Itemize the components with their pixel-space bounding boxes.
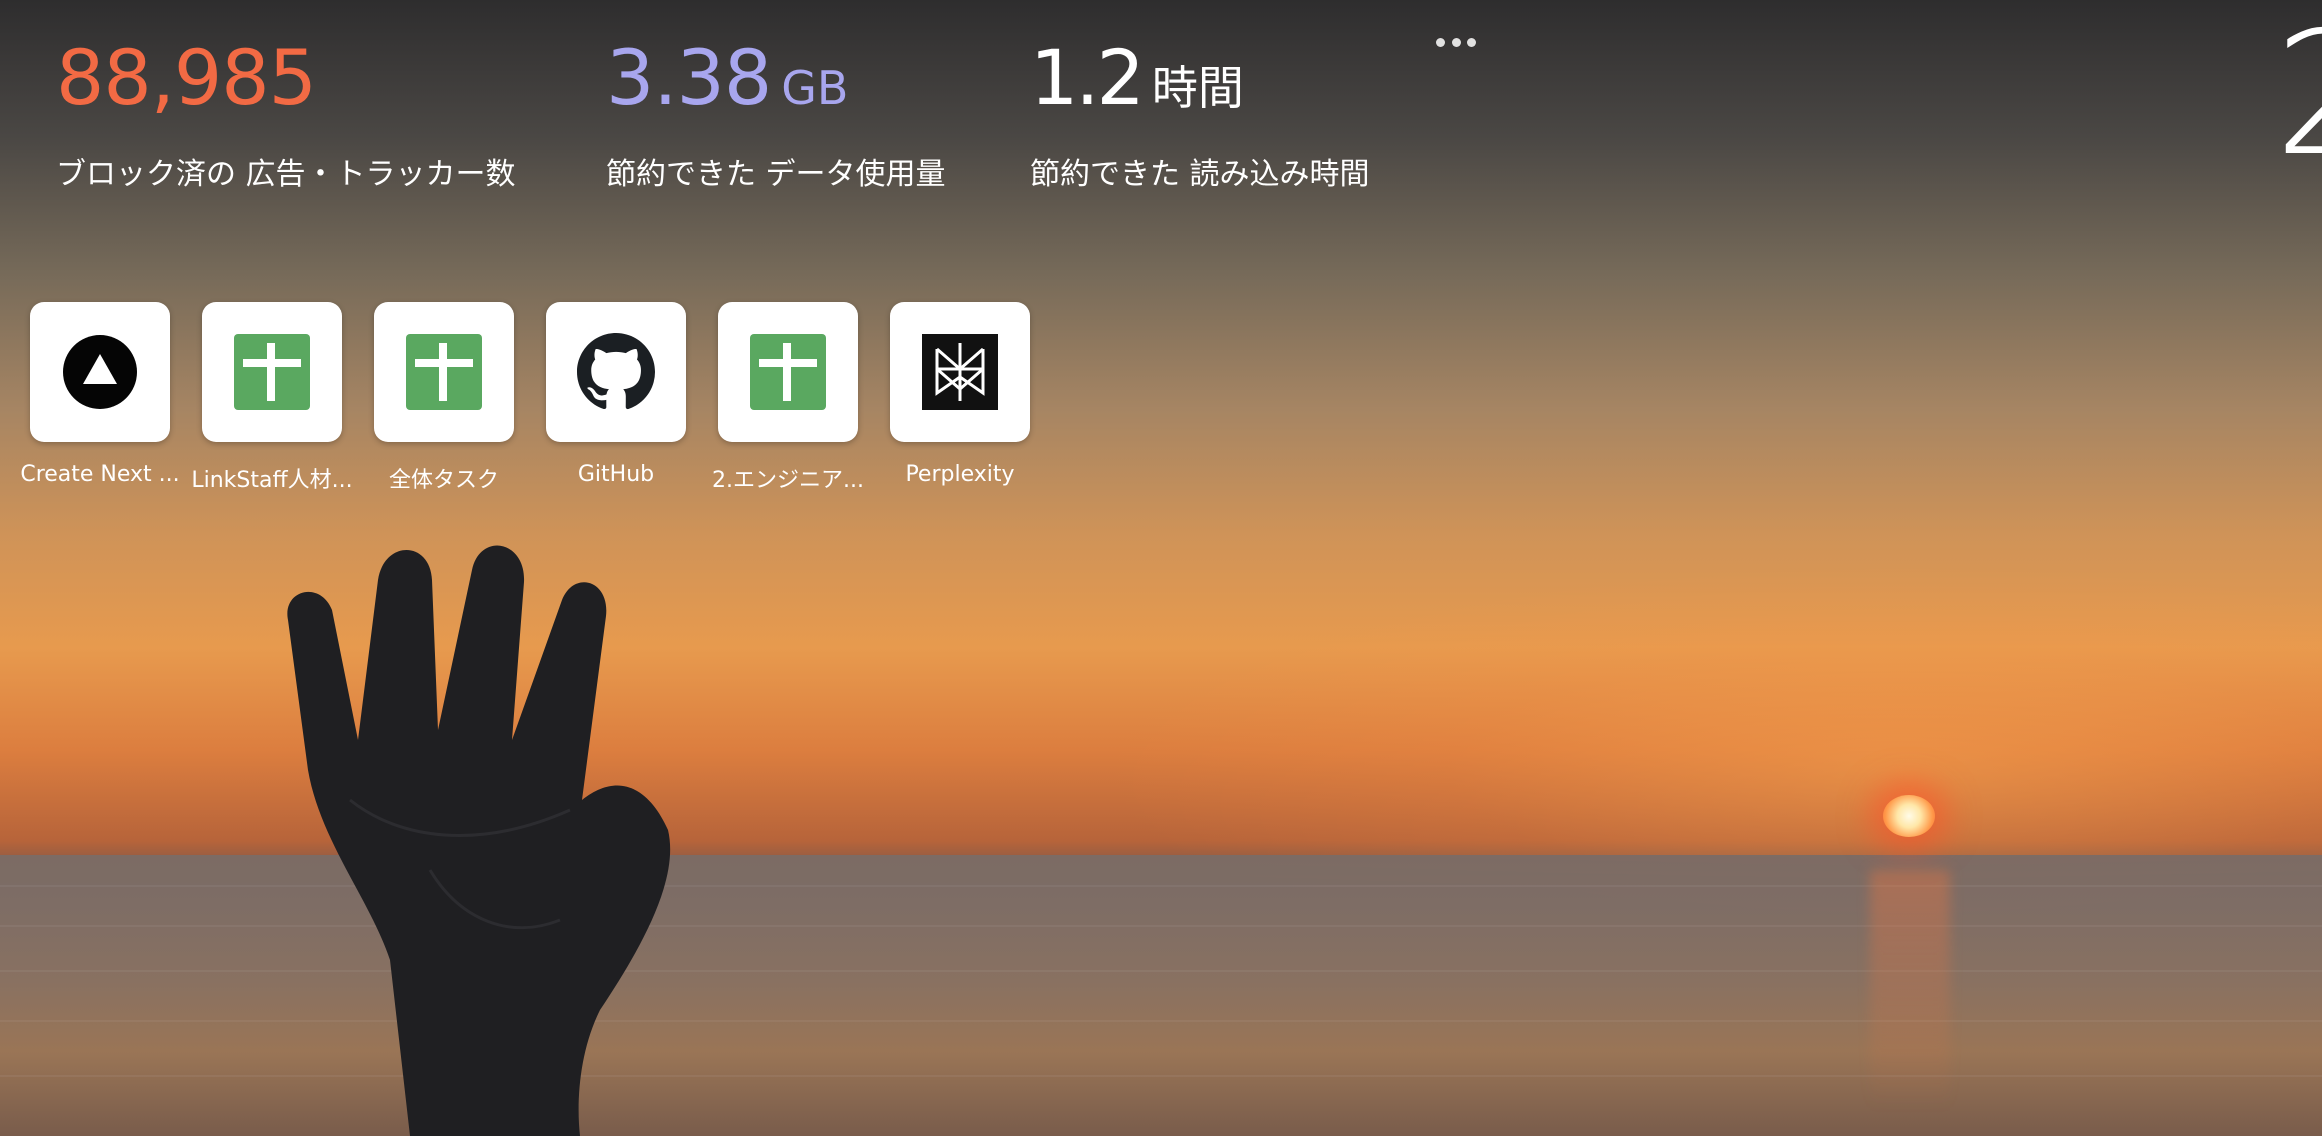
data-saved-unit: GB bbox=[781, 61, 849, 115]
time-saved-amount: 1.2 bbox=[1030, 33, 1145, 122]
time-saved-stat: 1.2 時間 節約できた 読み込み時間 bbox=[1030, 40, 1370, 193]
dot bbox=[1467, 37, 1476, 47]
time-saved-label: 節約できた 読み込み時間 bbox=[1030, 157, 1370, 192]
shortcut-label: LinkStaff人材... bbox=[191, 468, 353, 493]
shortcut-create-next-app[interactable]: Create Next ... bbox=[14, 302, 186, 487]
shortcut-label: 2.エンジニア... bbox=[712, 468, 864, 493]
spreadsheet-icon bbox=[749, 333, 827, 411]
spreadsheet-icon bbox=[233, 333, 311, 411]
shortcut-tile[interactable] bbox=[202, 302, 342, 442]
shortcut-tile[interactable] bbox=[374, 302, 514, 442]
ads-blocked-stat: 88,985 ブロック済の 広告・トラッカー数 bbox=[56, 40, 516, 193]
shortcut-github[interactable]: GitHub bbox=[530, 302, 702, 487]
shortcut-all-tasks[interactable]: 全体タスク bbox=[358, 302, 530, 494]
ads-blocked-count: 88,985 bbox=[56, 33, 317, 122]
perplexity-icon bbox=[921, 333, 999, 411]
setting-sun bbox=[1883, 795, 1935, 837]
triangle-logo-icon bbox=[61, 333, 139, 411]
shortcut-tile[interactable] bbox=[30, 302, 170, 442]
clock-widget: 2 bbox=[2274, 10, 2322, 180]
shortcut-engineer-sheet[interactable]: 2.エンジニア... bbox=[702, 302, 874, 494]
dot bbox=[1451, 37, 1461, 47]
shortcut-label: GitHub bbox=[577, 462, 655, 487]
time-saved-unit: 時間 bbox=[1151, 61, 1244, 115]
sun-reflection bbox=[1870, 870, 1950, 1110]
data-saved-amount: 3.38 bbox=[606, 33, 772, 122]
hand-sculpture-image bbox=[287, 545, 671, 1136]
shortcut-tile[interactable] bbox=[718, 302, 858, 442]
new-tab-page: 88,985 ブロック済の 広告・トラッカー数 3.38 GB 節約できた デー… bbox=[0, 0, 2322, 1136]
dot bbox=[1436, 37, 1445, 47]
shortcut-linkstaff[interactable]: LinkStaff人材... bbox=[186, 302, 358, 494]
ads-blocked-label: ブロック済の 広告・トラッカー数 bbox=[56, 157, 516, 192]
shortcut-label: Perplexity bbox=[905, 462, 1015, 487]
spreadsheet-icon bbox=[405, 333, 483, 411]
shortcut-perplexity[interactable]: Perplexity bbox=[874, 302, 1046, 487]
data-saved-stat: 3.38 GB 節約できた データ使用量 bbox=[606, 40, 946, 193]
shortcut-tile[interactable] bbox=[546, 302, 686, 442]
shortcut-tile[interactable] bbox=[890, 302, 1030, 442]
shortcut-label: 全体タスク bbox=[388, 468, 499, 493]
shortcut-label: Create Next ... bbox=[20, 462, 180, 487]
github-icon bbox=[577, 333, 655, 411]
data-saved-label: 節約できた データ使用量 bbox=[606, 157, 946, 192]
more-dots-icon[interactable] bbox=[1436, 30, 1476, 54]
